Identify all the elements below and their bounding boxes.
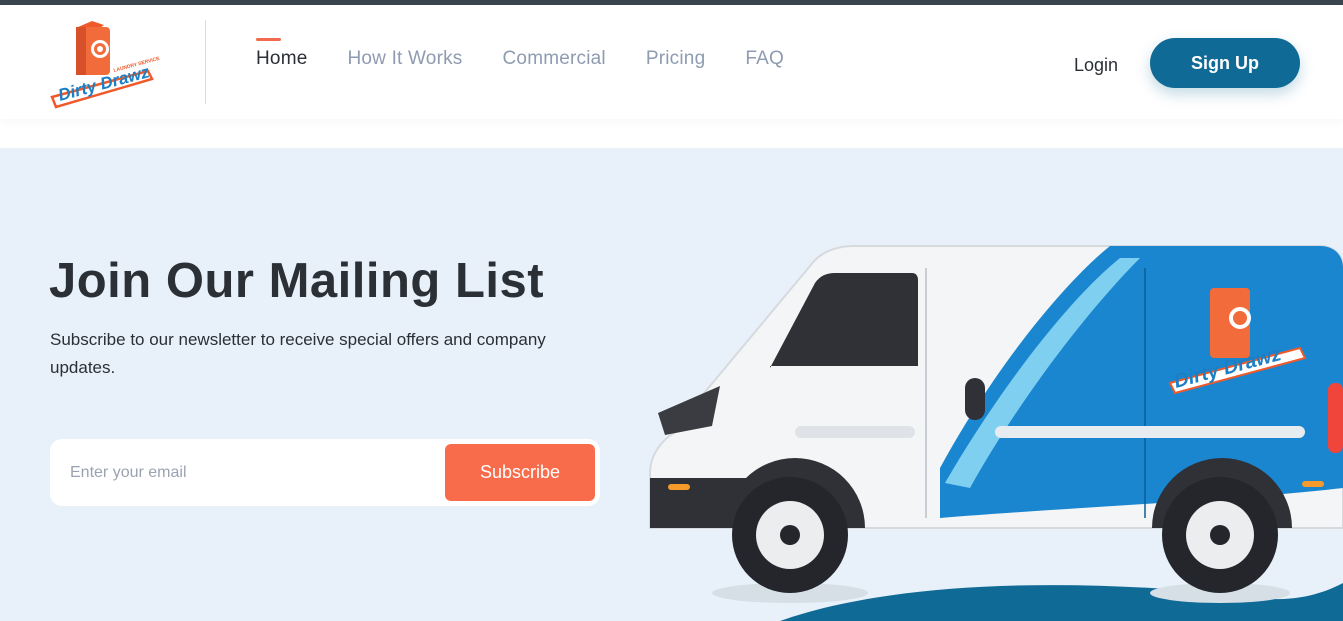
site-header: Dirty Drawz LAUNDRY SERVICE Home How It … [0,5,1343,119]
email-input[interactable] [70,461,430,485]
hero-subtitle: Subscribe to our newsletter to receive s… [50,330,546,377]
nav-label: Home [256,48,308,69]
mailing-list-section: Join Our Mailing List Subscribe to our n… [0,148,1343,621]
signup-button[interactable]: Sign Up [1150,38,1300,88]
page-title: Join Our Mailing List [49,254,545,308]
nav-item-commercial[interactable]: Commercial [503,48,606,70]
nav-label: Commercial [502,48,606,69]
laundry-bag-logo-icon: Dirty Drawz LAUNDRY SERVICE [50,21,161,109]
nav-item-faq[interactable]: FAQ [745,48,784,70]
delivery-van-illustration-icon: Dirty Drawz [649,245,1343,621]
active-indicator [256,38,281,41]
nav-item-pricing[interactable]: Pricing [646,48,705,70]
main-nav: Home How It Works Commercial Pricing FAQ [256,38,824,70]
subscribe-button[interactable]: Subscribe [445,444,595,501]
nav-item-home[interactable]: Home [256,38,308,70]
brand-logo[interactable]: Dirty Drawz LAUNDRY SERVICE [48,19,161,109]
nav-item-how-it-works[interactable]: How It Works [347,48,462,70]
subscribe-form: Subscribe [50,439,600,506]
login-link[interactable]: Login [1074,55,1118,76]
header-divider [205,20,206,104]
nav-label: How It Works [347,48,463,69]
nav-label: Pricing [645,48,706,69]
nav-label: FAQ [745,48,784,69]
